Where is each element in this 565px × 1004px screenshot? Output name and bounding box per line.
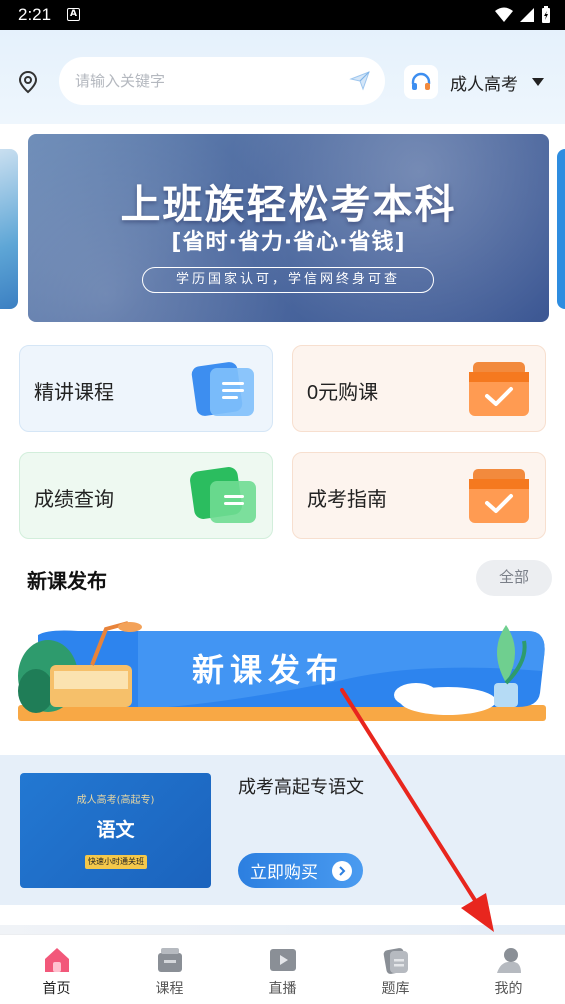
tab-question-bank[interactable]: 题库: [339, 935, 452, 1004]
tile-label: 成考指南: [307, 489, 387, 511]
new-course-promo-banner[interactable]: 新课发布: [18, 621, 548, 723]
banner-subtitle: [省时·省力·省心·省钱]: [171, 230, 406, 255]
send-icon[interactable]: [349, 69, 371, 91]
home-icon: [44, 948, 69, 972]
status-time: 2:21: [18, 5, 52, 24]
promo-text: 新课发布: [192, 651, 344, 689]
tab-label: 直播: [268, 980, 297, 996]
status-bar: 2:21 A: [0, 0, 565, 30]
banner-note: 学历国家认可，学信网终身可查: [142, 267, 434, 293]
folder-icon: [190, 467, 256, 523]
banner-prev-peek[interactable]: [0, 149, 18, 309]
banner-next-peek[interactable]: [557, 149, 565, 309]
section-divider: [0, 925, 565, 934]
top-header: 成人高考: [0, 30, 565, 124]
tile-exam-guide[interactable]: 成考指南: [292, 452, 546, 539]
thumb-tag: 快速小时通关班: [85, 855, 147, 869]
profile-icon: [496, 948, 521, 973]
location-icon[interactable]: [17, 70, 39, 94]
course-list: 成人高考(高起专) 语文 快速小时通关班 成考高起专语文 立即购买: [0, 755, 565, 905]
bottom-tab-bar: 首页 课程 直播 题库 我的: [0, 934, 565, 1004]
headset-icon[interactable]: [404, 65, 438, 99]
tab-label: 课程: [155, 980, 184, 996]
live-icon: [269, 949, 296, 971]
guide-check-icon: [469, 469, 529, 523]
promo-banner[interactable]: 上班族轻松考本科 [省时·省力·省心·省钱] 学历国家认可，学信网终身可查: [28, 134, 549, 322]
thumb-category: 成人高考(高起专): [76, 795, 155, 806]
exam-type-label: 成人高考: [450, 74, 518, 94]
main-content: 上班族轻松考本科 [省时·省力·省心·省钱] 学历国家认可，学信网终身可查 精讲…: [0, 124, 565, 934]
search-box[interactable]: [59, 57, 385, 105]
tile-label: 精讲课程: [34, 382, 114, 404]
chevron-down-icon: [532, 78, 544, 86]
document-icon: [191, 362, 254, 416]
tile-label: 0元购课: [307, 382, 379, 404]
tab-home[interactable]: 首页: [0, 935, 113, 1004]
tab-label: 首页: [42, 980, 71, 996]
tab-label: 题库: [381, 980, 410, 996]
course-thumbnail[interactable]: 成人高考(高起专) 语文 快速小时通关班: [20, 773, 211, 888]
tile-free-course[interactable]: 0元购课: [292, 345, 546, 432]
course-card[interactable]: 成人高考(高起专) 语文 快速小时通关班 成考高起专语文 立即购买: [0, 755, 565, 905]
tile-label: 成绩查询: [34, 489, 114, 511]
buy-now-label: 立即购买: [250, 863, 318, 882]
wifi-icon: [495, 7, 513, 22]
search-input[interactable]: [75, 69, 335, 93]
coupon-check-icon: [469, 362, 529, 416]
banner-title: 上班族轻松考本科: [120, 182, 457, 228]
battery-icon: [542, 6, 550, 23]
question-bank-icon: [383, 948, 408, 974]
buy-now-button[interactable]: 立即购买: [238, 853, 363, 888]
signal-icon: [520, 8, 534, 22]
tile-score-query[interactable]: 成绩查询: [19, 452, 273, 539]
section-title-new-courses: 新课发布: [27, 571, 107, 593]
exam-type-selector[interactable]: 成人高考: [404, 64, 544, 100]
arrow-right-icon: [332, 860, 352, 881]
course-icon: [157, 948, 182, 972]
tab-profile[interactable]: 我的: [452, 935, 565, 1004]
view-all-button[interactable]: 全部: [476, 560, 552, 596]
tile-lectures[interactable]: 精讲课程: [19, 345, 273, 432]
tab-live[interactable]: 直播: [226, 935, 339, 1004]
tab-label: 我的: [494, 980, 523, 996]
thumb-subject: 语文: [96, 819, 135, 841]
notification-a-icon: A: [67, 8, 80, 21]
system-icons: [495, 6, 551, 24]
tab-courses[interactable]: 课程: [113, 935, 226, 1004]
course-title: 成考高起专语文: [238, 777, 364, 797]
